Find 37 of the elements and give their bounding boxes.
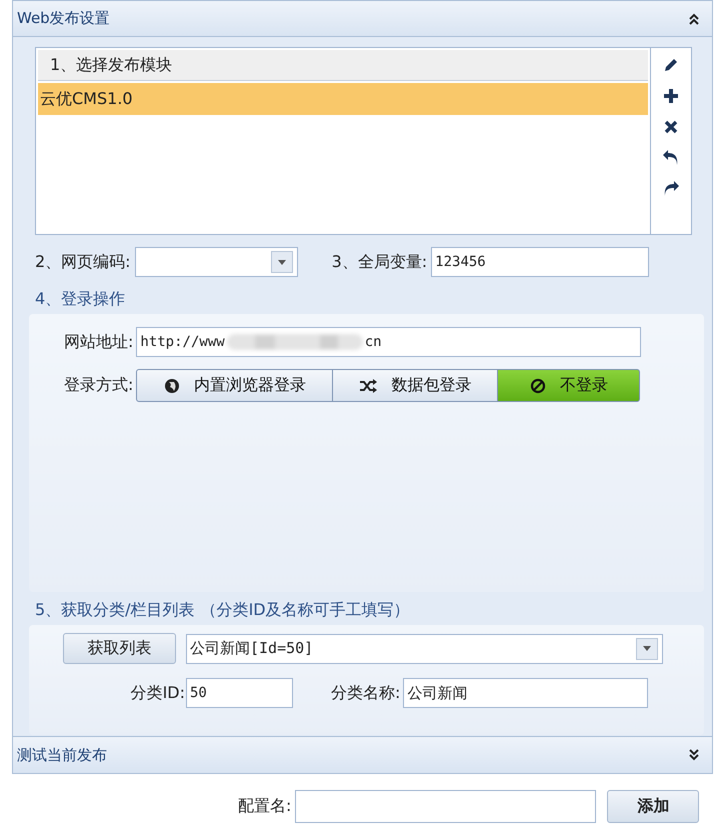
login-method-button[interactable]: 数据包登录 [332,369,498,402]
login-method-button[interactable]: 内置浏览器登录 [136,369,334,402]
expand-icon[interactable] [688,749,700,761]
add-button[interactable]: 添加 [607,790,700,823]
panel-header[interactable]: 测试当前发布 [12,737,713,774]
field-label: 网站地址: [64,332,134,352]
caret-icon [278,260,286,264]
fetch-list-button[interactable]: 获取列表 [63,633,176,664]
caret-icon [643,646,651,651]
panel-header[interactable]: Web发布设置 [12,0,713,37]
section-title: 4、登录操作 [35,289,126,308]
url-field[interactable]: http://www cn [136,327,642,357]
shuffle-icon [359,378,378,392]
field-label: 登录方式: [64,375,134,396]
field-label: 分类ID: [130,682,185,704]
list-item[interactable]: 云优CMS1.0 [38,83,648,115]
collapse-icon[interactable] [688,12,700,24]
ban-icon [530,378,546,394]
panel-title: 测试当前发布 [17,746,107,764]
input-field[interactable]: 123456 [431,247,650,277]
field-label: 3、全局变量: [332,252,428,272]
list-header: 1、选择发布模块 [38,50,648,81]
add-icon[interactable] [662,87,680,105]
field-label: 2、网页编码: [35,252,131,272]
login-method-button[interactable]: 不登录 [497,369,640,402]
panel-title: Web发布设置 [17,9,110,28]
section-note: （分类ID及名称可手工填写） [200,600,410,619]
input-field[interactable] [295,790,596,823]
field-label: 配置名: [238,796,292,817]
section-title: 5、获取分类/栏目列表 [35,600,195,619]
input-field[interactable]: 50 [186,678,293,708]
globe-icon [164,378,180,394]
field-label: 分类名称: [331,682,400,704]
category-select[interactable]: 公司新闻[Id=50] [186,634,663,664]
close-icon[interactable] [662,118,680,136]
input-field[interactable]: 公司新闻 [403,678,648,708]
pencil-icon[interactable] [662,56,680,74]
